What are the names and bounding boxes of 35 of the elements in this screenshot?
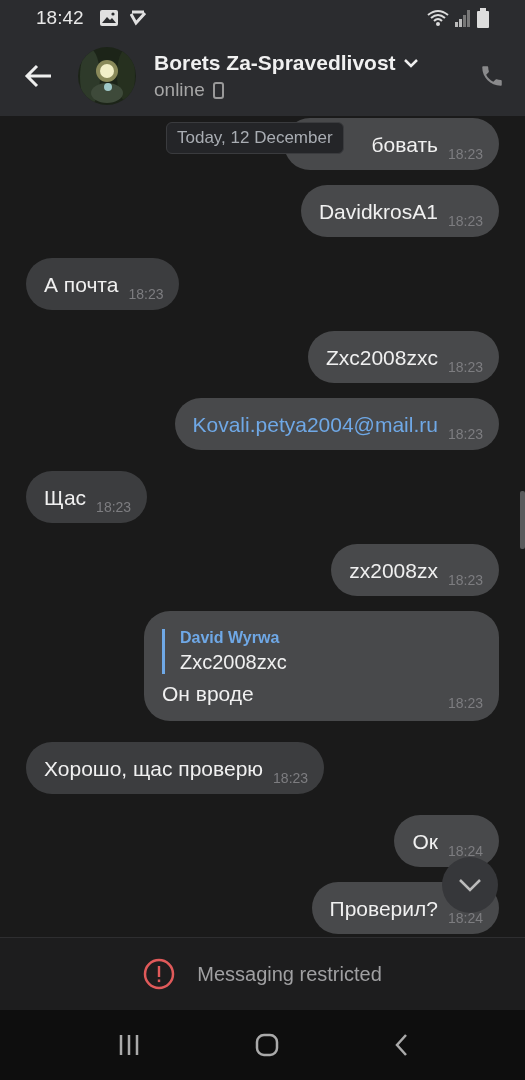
message-text: Ок bbox=[412, 829, 438, 855]
quoted-author: David Wyrwa bbox=[180, 629, 281, 647]
email-link[interactable]: Kovali.petya2004@mail.ru bbox=[192, 411, 438, 438]
recent-apps-icon[interactable] bbox=[117, 1034, 140, 1056]
message-text: А почта bbox=[44, 272, 119, 298]
date-badge: Today, 12 December bbox=[166, 122, 344, 154]
warning-icon bbox=[143, 958, 176, 990]
back-icon[interactable] bbox=[393, 1033, 408, 1057]
message-text: Щас bbox=[44, 485, 87, 511]
home-icon[interactable] bbox=[254, 1033, 279, 1057]
message-time: 18:23 bbox=[96, 499, 132, 515]
chevron-down-icon[interactable] bbox=[403, 58, 418, 68]
phone-device-icon bbox=[212, 81, 224, 99]
message-text: Zxc2008zxc bbox=[325, 345, 438, 371]
online-status: online bbox=[154, 79, 205, 101]
gallery-icon bbox=[99, 10, 118, 26]
contact-name[interactable]: Borets Za-Spravedlivost bbox=[154, 51, 396, 75]
scrollbar bbox=[520, 491, 525, 549]
message-text: Он вроде bbox=[162, 681, 254, 707]
message-text: Хорошо, щас проверю bbox=[44, 756, 264, 782]
restriction-notice: Messaging restricted bbox=[197, 962, 382, 986]
message-text: zx2008zx bbox=[349, 558, 438, 584]
message-time: 18:23 bbox=[128, 286, 164, 302]
phone-call-icon[interactable] bbox=[479, 63, 505, 89]
battery-icon bbox=[477, 8, 489, 28]
message-text: бовать bbox=[371, 132, 438, 158]
back-arrow-icon[interactable] bbox=[24, 64, 52, 88]
clock: 18:42 bbox=[36, 7, 84, 29]
message-text: DavidkrosA1 bbox=[318, 199, 438, 225]
wifi-icon bbox=[427, 9, 449, 27]
signal-icon bbox=[455, 9, 471, 27]
chevron-down-icon bbox=[458, 878, 482, 892]
message-text: Проверил? bbox=[329, 896, 438, 922]
quoted-text: Zxc2008zxc bbox=[180, 651, 288, 674]
message-time: 18:23 bbox=[273, 770, 309, 786]
